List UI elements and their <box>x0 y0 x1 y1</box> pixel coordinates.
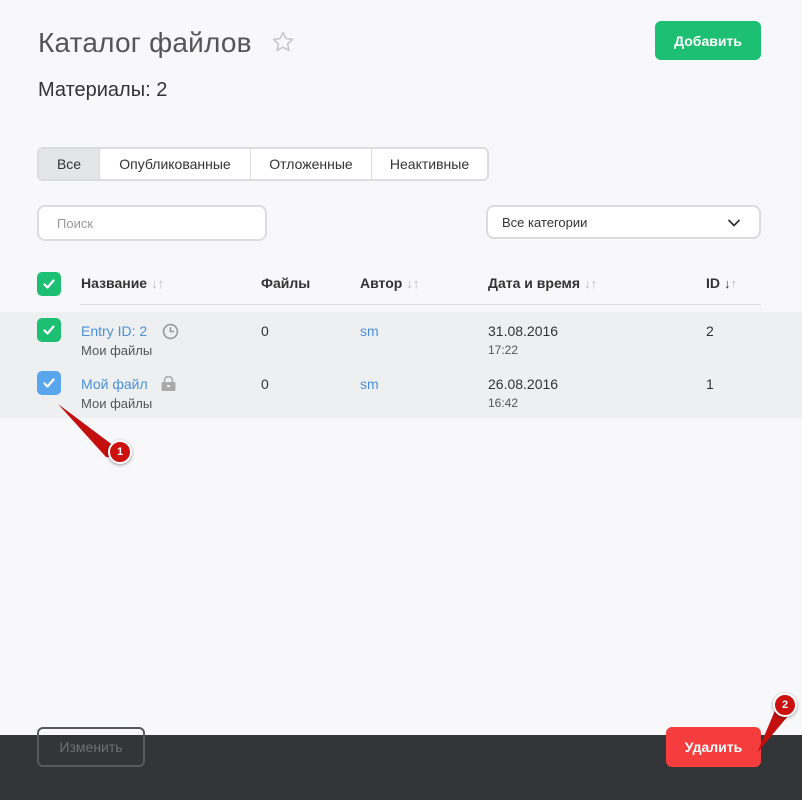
entry-date: 26.08.2016 <box>488 376 559 392</box>
materials-count: Материалы: 2 <box>38 79 168 101</box>
tab-published[interactable]: Опубликованные <box>100 149 251 179</box>
row-checkbox[interactable] <box>37 371 61 395</box>
tab-delayed[interactable]: Отложенные <box>251 149 372 179</box>
column-header-author[interactable]: Автор ↓↑ <box>360 275 419 291</box>
sort-desc-icon: ↓↑ <box>724 275 737 291</box>
author-link[interactable]: sm <box>360 323 379 339</box>
entry-id: 2 <box>706 323 714 339</box>
files-count: 0 <box>261 376 269 392</box>
lock-icon <box>161 376 176 391</box>
check-icon <box>43 325 55 335</box>
clock-icon <box>162 323 179 340</box>
entry-title-link[interactable]: Entry ID: 2 <box>81 323 147 339</box>
files-count: 0 <box>261 323 269 339</box>
page-title: Каталог файлов <box>38 27 252 58</box>
column-header-id[interactable]: ID ↓↑ <box>706 275 737 291</box>
tab-all[interactable]: Все <box>39 149 100 179</box>
column-header-files: Файлы <box>261 275 311 291</box>
annotation-marker-1: 1 <box>108 440 132 464</box>
column-header-datetime[interactable]: Дата и время ↓↑ <box>488 275 597 291</box>
tab-inactive[interactable]: Неактивные <box>372 149 487 179</box>
entry-title-link[interactable]: Мой файл <box>81 376 148 392</box>
entry-time: 16:42 <box>488 396 519 410</box>
select-all-checkbox[interactable] <box>37 272 61 296</box>
chevron-down-icon <box>728 219 740 227</box>
category-select[interactable]: Все категории <box>486 205 761 239</box>
favorite-star-icon[interactable] <box>271 30 295 54</box>
entry-time: 17:22 <box>488 343 519 357</box>
status-tabs: Все Опубликованные Отложенные Неактивные <box>37 147 489 181</box>
search-input[interactable] <box>37 205 267 241</box>
check-icon <box>43 378 55 388</box>
row-checkbox[interactable] <box>37 318 61 342</box>
check-icon <box>43 279 55 289</box>
entry-date: 31.08.2016 <box>488 323 559 339</box>
column-header-name[interactable]: Название ↓↑ <box>81 275 164 291</box>
category-select-value: Все категории <box>502 214 588 230</box>
delete-button[interactable]: Удалить <box>666 727 761 767</box>
sort-icon: ↓↑ <box>584 275 598 291</box>
entry-id: 1 <box>706 376 714 392</box>
sort-icon: ↓↑ <box>151 275 165 291</box>
add-button[interactable]: Добавить <box>655 21 761 60</box>
sort-icon: ↓↑ <box>406 275 420 291</box>
annotation-marker-2: 2 <box>773 693 797 717</box>
edit-button[interactable]: Изменить <box>37 727 145 767</box>
author-link[interactable]: sm <box>360 376 379 392</box>
entry-category: Мои файлы <box>81 396 153 411</box>
header-divider <box>80 304 761 305</box>
entry-category: Мои файлы <box>81 343 153 358</box>
